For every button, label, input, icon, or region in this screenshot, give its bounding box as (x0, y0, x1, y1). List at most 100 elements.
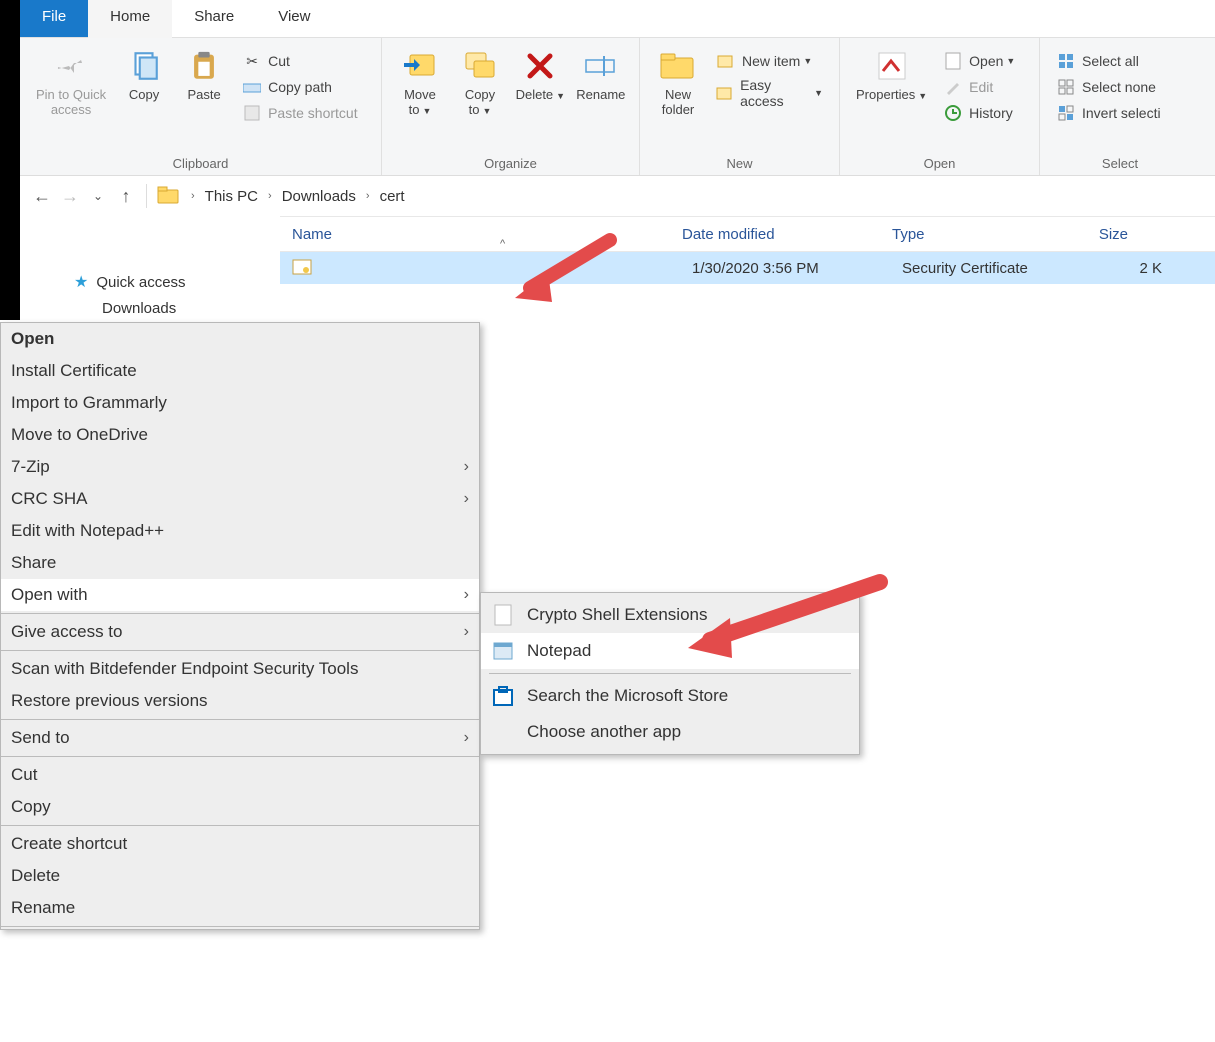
address-bar: ← → ⌄ ↑ › This PC › Downloads › cert (20, 176, 1215, 216)
ctx-give-access-to[interactable]: Give access to› (1, 616, 479, 648)
select-none-icon (1056, 77, 1076, 97)
edit-button[interactable]: Edit (939, 74, 1019, 100)
group-label-open: Open (848, 154, 1031, 173)
tab-file[interactable]: File (20, 0, 88, 37)
store-icon (491, 684, 515, 708)
separator (489, 673, 851, 674)
nav-recent-button[interactable]: ⌄ (84, 189, 112, 203)
chevron-right-icon: › (464, 729, 469, 747)
tab-share[interactable]: Share (172, 0, 256, 37)
file-row-selected[interactable]: 1/30/2020 3:56 PM Security Certificate 2… (280, 252, 1215, 284)
nav-back-button[interactable]: ← (28, 186, 56, 207)
chevron-right-icon[interactable]: › (360, 190, 376, 202)
ctx-open[interactable]: Open (1, 323, 479, 355)
properties-button[interactable]: Properties▼ (850, 42, 933, 107)
notepad-icon (491, 639, 515, 663)
chevron-right-icon: › (464, 490, 469, 508)
ctx-scan-bitdefender[interactable]: Scan with Bitdefender Endpoint Security … (1, 653, 479, 685)
certificate-icon (292, 259, 314, 277)
column-size[interactable]: Size (1060, 226, 1140, 243)
delete-button[interactable]: Delete▼ (512, 42, 569, 107)
history-button[interactable]: History (939, 100, 1019, 126)
star-icon: ★ (74, 272, 88, 292)
ctx-copy[interactable]: Copy (1, 791, 479, 823)
chevron-right-icon[interactable]: › (185, 190, 201, 202)
document-icon (491, 603, 515, 627)
copy-to-icon (460, 46, 500, 86)
ctx-7zip[interactable]: 7-Zip› (1, 451, 479, 483)
ctx-share[interactable]: Share (1, 547, 479, 579)
new-folder-button[interactable]: New folder (650, 42, 706, 122)
ctx-create-shortcut[interactable]: Create shortcut (1, 828, 479, 860)
column-date-modified[interactable]: Date modified (670, 226, 880, 243)
tab-home[interactable]: Home (88, 0, 172, 38)
annotation-arrow-icon (670, 568, 890, 668)
pin-icon (51, 46, 91, 86)
chevron-right-icon[interactable]: › (262, 190, 278, 202)
group-label-organize: Organize (390, 154, 631, 173)
navigation-pane: ★Quick access Downloads (20, 258, 278, 331)
copy-path-icon (242, 77, 262, 97)
copy-to-button[interactable]: Copy to▼ (452, 42, 508, 122)
ctx-open-with[interactable]: Open with› (1, 579, 479, 611)
sidebar-quick-access[interactable]: ★Quick access (34, 268, 264, 296)
chevron-right-icon: › (464, 458, 469, 476)
ctx-restore-versions[interactable]: Restore previous versions (1, 685, 479, 717)
separator (1, 650, 479, 651)
ctx-cut[interactable]: Cut (1, 759, 479, 791)
breadcrumb-this-pc[interactable]: This PC (201, 188, 262, 205)
chevron-right-icon: › (464, 586, 469, 604)
new-item-button[interactable]: New item▼ (712, 48, 827, 74)
easy-access-icon (716, 83, 734, 103)
paste-shortcut-button[interactable]: Paste shortcut (238, 100, 362, 126)
invert-selection-button[interactable]: Invert selecti (1052, 100, 1165, 126)
copy-path-button[interactable]: Copy path (238, 74, 362, 100)
nav-up-button[interactable]: ↑ (112, 186, 140, 207)
breadcrumb-downloads[interactable]: Downloads (278, 188, 360, 205)
ctx-import-grammarly[interactable]: Import to Grammarly (1, 387, 479, 419)
column-type[interactable]: Type (880, 226, 1060, 243)
separator (1, 926, 479, 927)
folder-icon (157, 186, 181, 206)
file-type: Security Certificate (902, 260, 1082, 277)
cut-button[interactable]: ✂Cut (238, 48, 362, 74)
ctx-edit-notepadpp[interactable]: Edit with Notepad++ (1, 515, 479, 547)
column-headers: Name Date modified Type Size (280, 216, 1215, 252)
rename-icon (581, 46, 621, 86)
delete-icon (520, 46, 560, 86)
breadcrumb-cert[interactable]: cert (376, 188, 409, 205)
invert-selection-icon (1056, 103, 1076, 123)
separator (1, 825, 479, 826)
ctx-crc-sha[interactable]: CRC SHA› (1, 483, 479, 515)
ctx-delete[interactable]: Delete (1, 860, 479, 892)
submenu-search-store[interactable]: Search the Microsoft Store (481, 678, 859, 714)
ctx-move-to-onedrive[interactable]: Move to OneDrive (1, 419, 479, 451)
group-label-select: Select (1048, 154, 1192, 173)
context-menu: Open Install Certificate Import to Gramm… (0, 322, 480, 930)
paste-button[interactable]: Paste (176, 42, 232, 107)
move-to-icon (400, 46, 440, 86)
ribbon: Pin to Quick access Copy Paste ✂Cut Copy… (20, 38, 1215, 176)
copy-button[interactable]: Copy (116, 42, 172, 107)
easy-access-button[interactable]: Easy access▼ (712, 74, 827, 112)
ctx-send-to[interactable]: Send to› (1, 722, 479, 754)
history-icon (943, 103, 963, 123)
file-date: 1/30/2020 3:56 PM (692, 260, 902, 277)
copy-icon (124, 46, 164, 86)
paste-icon (184, 46, 224, 86)
sidebar-downloads[interactable]: Downloads (34, 296, 264, 321)
new-item-icon (716, 51, 736, 71)
tab-view[interactable]: View (256, 0, 332, 37)
submenu-choose-another[interactable]: Choose another app (481, 714, 859, 750)
separator (1, 719, 479, 720)
ctx-rename[interactable]: Rename (1, 892, 479, 924)
open-button[interactable]: Open▼ (939, 48, 1019, 74)
rename-button[interactable]: Rename (573, 42, 629, 107)
group-label-new: New (648, 154, 831, 173)
ctx-install-certificate[interactable]: Install Certificate (1, 355, 479, 387)
pin-to-quick-access-button[interactable]: Pin to Quick access (30, 42, 112, 122)
select-all-button[interactable]: Select all (1052, 48, 1165, 74)
select-none-button[interactable]: Select none (1052, 74, 1165, 100)
nav-forward-button[interactable]: → (56, 186, 84, 207)
move-to-button[interactable]: Move to▼ (392, 42, 448, 122)
